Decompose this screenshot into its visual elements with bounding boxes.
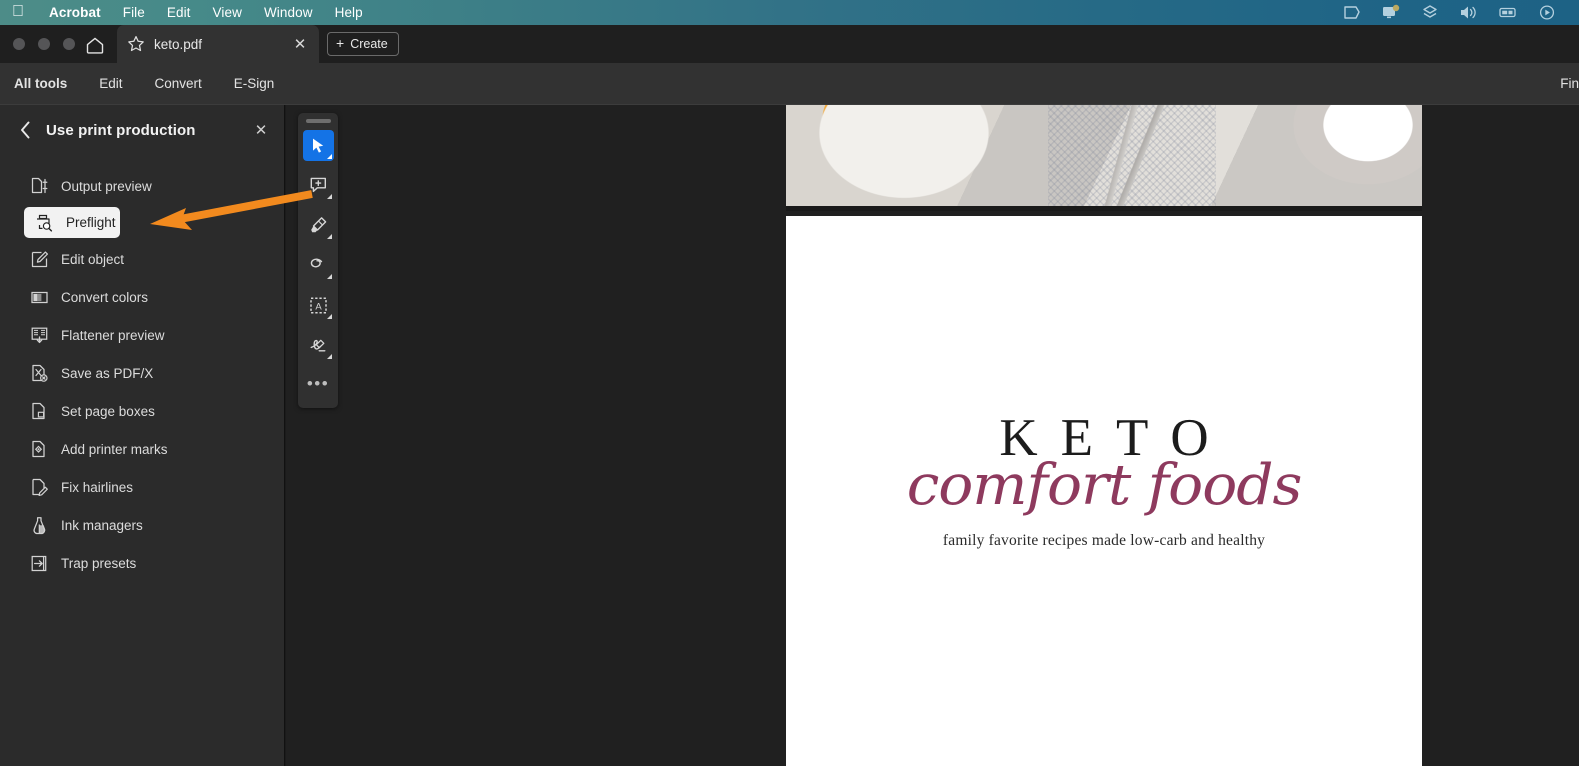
tool-options-corner[interactable] [326,274,332,279]
tab-convert[interactable]: Convert [139,76,218,91]
shield-vpn-icon[interactable] [1342,4,1362,21]
sidebar-item-set-page-boxes[interactable]: Set page boxes [10,394,274,428]
flattener-preview-icon [30,325,52,345]
logo-tagline: family favorite recipes made low-carb an… [942,532,1266,550]
highlighter-icon[interactable] [303,210,334,241]
window-traffic-lights [13,38,75,50]
ink-managers-icon [30,515,52,535]
tab-all-tools[interactable]: All tools [0,76,83,91]
text-select-icon[interactable]: A [303,290,334,321]
preflight-icon [35,213,57,233]
create-button-label: Create [350,37,388,51]
find-button[interactable]: Fin [1544,76,1579,91]
sidebar-item-flattener-preview[interactable]: Flattener preview [10,318,274,352]
tool-options-corner[interactable] [326,194,332,199]
tool-options-corner[interactable] [326,354,332,359]
fix-hairlines-icon [30,477,52,497]
sidebar-item-label: Convert colors [61,289,149,305]
home-icon[interactable] [82,33,108,57]
document-viewer[interactable]: KETO comfort foods family favorite recip… [286,105,1579,766]
draw-freehand-icon[interactable] [303,250,334,281]
sidebar-item-label: Output preview [61,178,152,194]
menu-bar-tray [1342,4,1579,21]
more-tools-button[interactable]: ••• [307,370,329,396]
star-outline-icon[interactable] [127,35,145,53]
sidebar-item-label: Ink managers [61,517,143,533]
output-preview-icon [30,176,52,196]
cutlery-napkin-detail [1048,105,1216,206]
sidebar-item-preflight[interactable]: Preflight [24,207,120,238]
volume-icon[interactable] [1459,4,1479,21]
save-pdfx-icon [30,363,52,383]
window-close-button[interactable] [13,38,25,50]
keto-comfort-foods-logo: KETO comfort foods family favorite recip… [786,412,1422,550]
window-minimize-button[interactable] [38,38,50,50]
panel-item-list: Output preview Preflight Edit object Con… [0,155,284,580]
notification-bell-icon[interactable] [1381,4,1401,21]
sidebar-item-label: Set page boxes [61,403,155,419]
control-center-icon[interactable] [1537,4,1557,21]
acrobat-tools-bar: All tools Edit Convert E-Sign Fin [0,63,1579,105]
sidebar-item-label: Trap presets [61,555,137,571]
food-photograph [786,105,1422,206]
sidebar-item-save-as-pdfx[interactable]: Save as PDF/X [10,356,274,390]
document-tab-keto[interactable]: keto.pdf ✕ [117,25,319,63]
chevron-left-icon[interactable] [14,120,36,140]
sidebar-item-trap-presets[interactable]: Trap presets [10,546,274,580]
sidebar-item-label: Fix hairlines [61,479,134,495]
battery-icon[interactable] [1498,4,1518,21]
add-printer-marks-icon [30,439,52,459]
menu-item-file[interactable]: File [112,5,156,20]
sidebar-item-add-printer-marks[interactable]: Add printer marks [10,432,274,466]
sidebar-item-edit-object[interactable]: Edit object [10,242,274,276]
tool-options-corner[interactable] [326,154,332,159]
menu-item-help[interactable]: Help [324,5,374,20]
edit-object-icon [30,249,52,269]
add-comment-icon[interactable] [303,170,334,201]
trap-presets-icon [30,553,52,573]
menu-item-edit[interactable]: Edit [156,5,202,20]
sidebar-item-label: Edit object [61,251,125,267]
tool-options-corner[interactable] [326,234,332,239]
menu-item-acrobat[interactable]: Acrobat [38,5,112,20]
document-page-current: KETO comfort foods family favorite recip… [786,216,1422,766]
sidebar-item-label: Add printer marks [61,441,168,457]
select-cursor-icon[interactable] [302,130,334,161]
annotation-floating-toolbar[interactable]: A ••• [298,113,338,408]
tab-label: keto.pdf [154,36,203,52]
convert-colors-icon [30,287,52,307]
sidebar-item-output-preview[interactable]: Output preview [10,169,274,203]
close-icon[interactable]: ✕ [252,121,270,139]
apple-logo-icon[interactable]:  [12,3,24,20]
dropbox-icon[interactable] [1420,4,1440,21]
document-page-previous [786,105,1422,211]
tool-options-corner[interactable] [326,314,332,319]
tab-e-sign[interactable]: E-Sign [218,76,291,91]
sidebar-item-label: Save as PDF/X [61,365,154,381]
plus-icon: + [336,35,345,51]
sidebar-item-convert-colors[interactable]: Convert colors [10,280,274,314]
sidebar-item-label: Preflight [66,215,116,230]
menu-item-view[interactable]: View [202,5,253,20]
print-production-panel: Use print production ✕ Output preview Pr… [0,105,285,766]
panel-header: Use print production ✕ [0,105,284,155]
macos-menu-bar:  Acrobat File Edit View Window Help [0,0,1579,25]
create-button[interactable]: + Create [327,32,399,56]
svg-text:A: A [315,301,322,312]
sidebar-item-label: Flattener preview [61,327,165,343]
logo-script: comfort foods [906,453,1303,518]
sidebar-item-ink-managers[interactable]: Ink managers [10,508,274,542]
signature-icon[interactable] [303,330,334,361]
tools-bar-right-group: Fin [1544,76,1579,91]
page-title: Use print production [46,121,196,139]
menu-item-window[interactable]: Window [253,5,324,20]
sidebar-item-fix-hairlines[interactable]: Fix hairlines [10,470,274,504]
drag-handle[interactable] [305,119,331,123]
close-icon[interactable]: ✕ [291,37,309,52]
set-page-boxes-icon [30,401,52,421]
window-zoom-button[interactable] [63,38,75,50]
tab-edit[interactable]: Edit [83,76,138,91]
